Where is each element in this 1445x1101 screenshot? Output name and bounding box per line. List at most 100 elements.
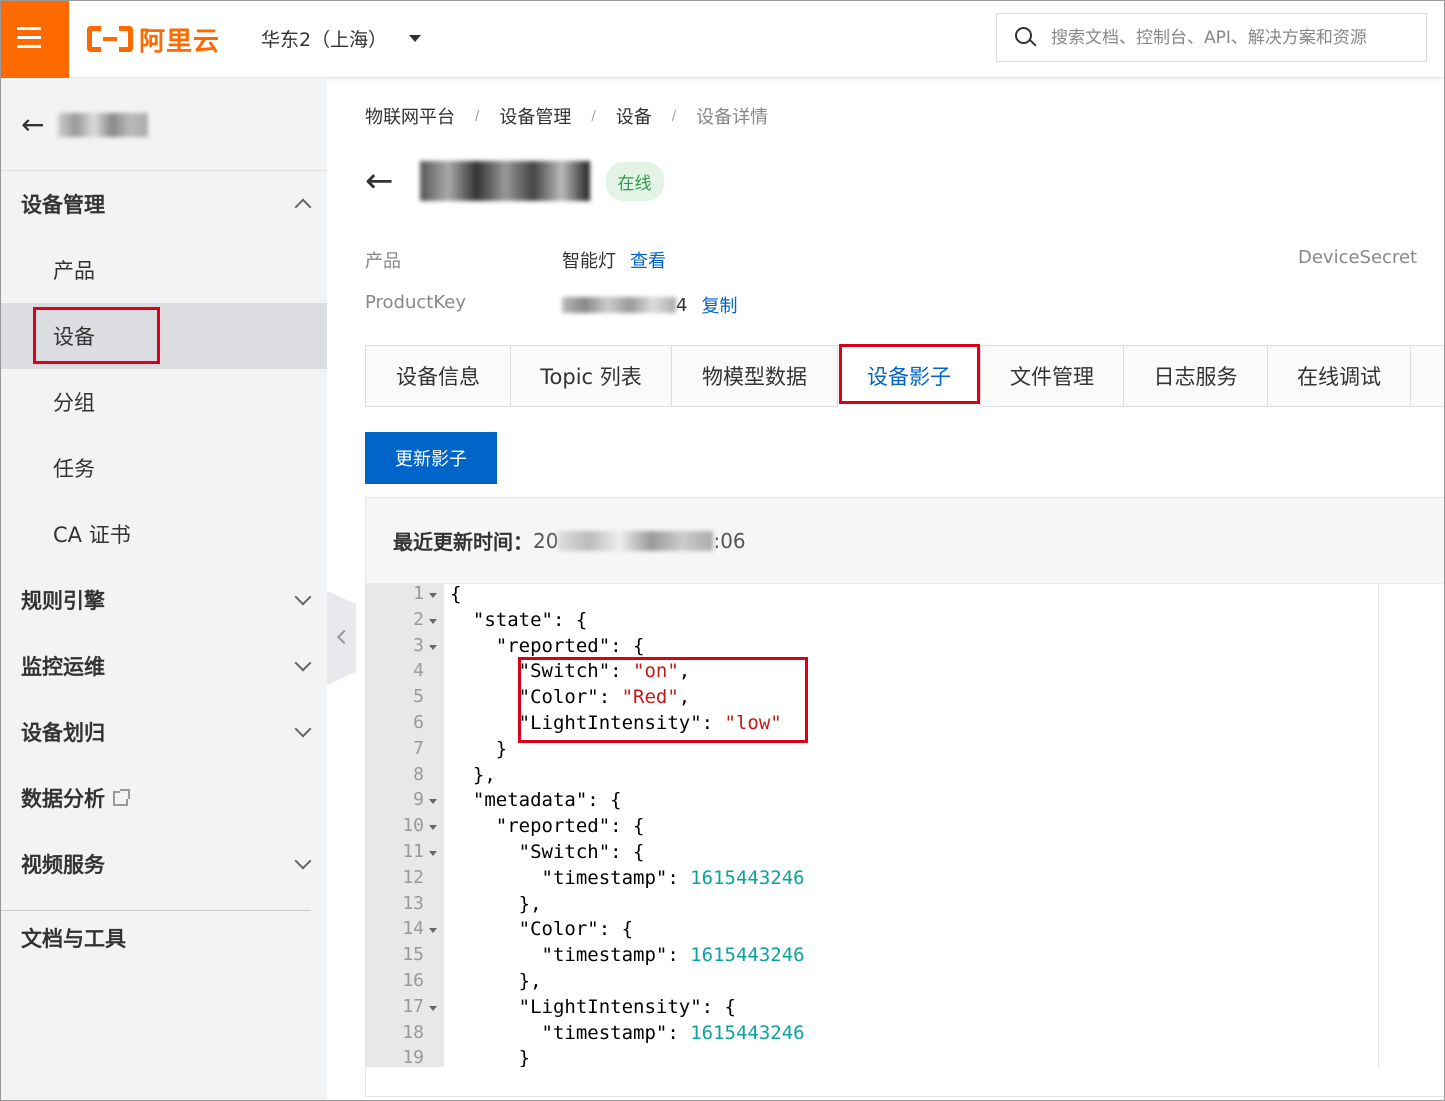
line-number: 8: [413, 763, 424, 785]
region-selector[interactable]: 华东2（上海）: [261, 25, 422, 52]
nav-group-video-service[interactable]: 视频服务: [1, 831, 327, 897]
line-number-gutter: 1 2 3 4 5 6 7 8 9 10 11 12 13 14 15 16 17 18 19: [366, 584, 444, 1067]
menu-icon-bar: [17, 36, 41, 39]
sidebar-item-ca-cert[interactable]: CA 证书: [1, 501, 327, 567]
region-label: 华东2（上海）: [261, 29, 388, 51]
sidebar-item-group[interactable]: 分组: [1, 369, 327, 435]
code-line: "timestamp": 1615443246: [450, 866, 805, 889]
line-number: 13: [402, 892, 424, 914]
breadcrumb-item[interactable]: 物联网平台: [365, 103, 455, 129]
breadcrumb-item[interactable]: 设备管理: [499, 103, 571, 129]
external-link-icon: [113, 788, 130, 806]
code-line: "Color": {: [450, 918, 634, 941]
chevron-down-icon: [294, 654, 312, 672]
breadcrumb-item[interactable]: 设备: [616, 103, 652, 129]
fold-toggle-icon[interactable]: [429, 1005, 437, 1011]
timestamp-redacted: [558, 530, 714, 551]
nav-group-monitoring[interactable]: 监控运维: [1, 633, 327, 699]
line-number: 4: [413, 660, 424, 682]
code-line: "timestamp": 1615443246: [450, 944, 805, 967]
console-window: 阿里云 华东2（上海） ← 设备管理 产品 设备 分组 任务 CA 证书 规则引…: [0, 0, 1445, 1101]
json-code-editor[interactable]: 1 2 3 4 5 6 7 8 9 10 11 12 13 14 15 16 17 18 19 { "state":…: [366, 584, 1379, 1067]
search-input[interactable]: [1051, 27, 1411, 48]
nav-group-device-management[interactable]: 设备管理: [1, 171, 327, 237]
view-product-link[interactable]: 查看: [630, 247, 666, 273]
hamburger-menu-button[interactable]: [1, 1, 69, 78]
tab-topic-list[interactable]: Topic 列表: [511, 346, 672, 407]
sidebar-item-label: 任务: [53, 457, 95, 481]
line-number: 16: [402, 970, 424, 991]
nav-group-device-assignment[interactable]: 设备划归: [1, 699, 327, 765]
tab-overflow[interactable]: [1411, 346, 1444, 407]
product-name: 智能灯: [562, 251, 616, 272]
line-number: 10: [402, 815, 424, 837]
global-search[interactable]: [996, 13, 1427, 62]
update-shadow-button[interactable]: 更新影子: [365, 432, 497, 484]
logo-text: 阿里云: [139, 26, 221, 57]
nav-group-data-analysis[interactable]: 数据分析: [1, 765, 327, 831]
chevron-down-icon: [294, 852, 312, 870]
code-line: }: [450, 737, 508, 760]
tab-thing-model-data[interactable]: 物模型数据: [672, 346, 838, 407]
line-number: 19: [402, 1047, 424, 1067]
fold-toggle-icon[interactable]: [429, 851, 437, 856]
chevron-up-icon: [294, 198, 312, 216]
tab-device-info[interactable]: 设备信息: [366, 346, 511, 407]
tab-label: 设备信息: [396, 365, 480, 389]
line-number: 1: [413, 584, 424, 604]
tab-label: 在线调试: [1297, 365, 1381, 389]
nav-docs-tools[interactable]: 文档与工具: [1, 905, 327, 971]
tab-device-shadow[interactable]: 设备影子: [838, 344, 981, 407]
sidebar: ← 设备管理 产品 设备 分组 任务 CA 证书 规则引擎 监控运维 设备划归 …: [1, 79, 327, 1100]
sidebar-header: ←: [1, 79, 327, 171]
nav-group-rules-engine[interactable]: 规则引擎: [1, 567, 327, 633]
tab-online-debug[interactable]: 在线调试: [1268, 346, 1411, 407]
timestamp-prefix: 20: [533, 528, 559, 553]
chevron-left-icon: [336, 629, 352, 645]
aliyun-logo[interactable]: 阿里云: [87, 19, 220, 59]
product-value: 智能灯 查看: [562, 247, 666, 273]
status-badge: 在线: [605, 161, 664, 201]
highlight-box: [518, 657, 808, 743]
copy-productkey-link[interactable]: 复制: [701, 292, 737, 318]
fold-toggle-icon[interactable]: [429, 825, 437, 831]
line-number: 3: [413, 634, 424, 656]
back-arrow-icon[interactable]: ←: [21, 108, 44, 141]
code-line: "reported": {: [450, 815, 645, 838]
breadcrumb-separator: /: [475, 108, 480, 124]
breadcrumb-separator: /: [671, 108, 677, 124]
fold-toggle-icon[interactable]: [429, 799, 437, 805]
highlight-box: [33, 307, 160, 364]
code-line: "Switch": {: [450, 841, 645, 863]
fold-toggle-icon[interactable]: [429, 928, 437, 934]
fold-toggle-icon[interactable]: [429, 593, 437, 598]
breadcrumb: 物联网平台 / 设备管理 / 设备 / 设备详情: [365, 103, 768, 129]
tab-file-management[interactable]: 文件管理: [981, 346, 1124, 407]
fold-toggle-icon[interactable]: [429, 618, 437, 624]
sidebar-collapse-handle[interactable]: [327, 591, 356, 685]
tab-label: 文件管理: [1010, 365, 1094, 389]
last-updated-label: 最近更新时间：: [393, 530, 533, 554]
line-number: 12: [402, 866, 424, 888]
fold-toggle-icon[interactable]: [429, 644, 437, 650]
highlight-box: [839, 344, 980, 404]
instance-name-redacted: [58, 112, 149, 137]
line-number: 5: [413, 686, 424, 708]
line-number: 6: [413, 712, 424, 733]
search-icon: [1015, 26, 1037, 49]
timestamp-suffix: :06: [713, 528, 746, 553]
sidebar-item-device[interactable]: 设备: [1, 303, 327, 369]
sidebar-item-task[interactable]: 任务: [1, 435, 327, 501]
tab-label: 日志服务: [1153, 365, 1238, 389]
productkey-label: ProductKey: [365, 292, 466, 313]
device-name-redacted: [419, 161, 590, 201]
top-bar: 阿里云 华东2（上海）: [1, 1, 1444, 78]
tab-label: 物模型数据: [702, 365, 807, 389]
productkey-suffix: 4: [676, 294, 688, 316]
nav-group-label: 视频服务: [21, 853, 105, 877]
sidebar-item-product[interactable]: 产品: [1, 237, 327, 303]
back-arrow-icon[interactable]: ←: [365, 161, 394, 201]
productkey-redacted: [562, 297, 676, 313]
tab-log-service[interactable]: 日志服务: [1124, 346, 1268, 407]
device-secret-label: DeviceSecret: [1298, 247, 1418, 268]
